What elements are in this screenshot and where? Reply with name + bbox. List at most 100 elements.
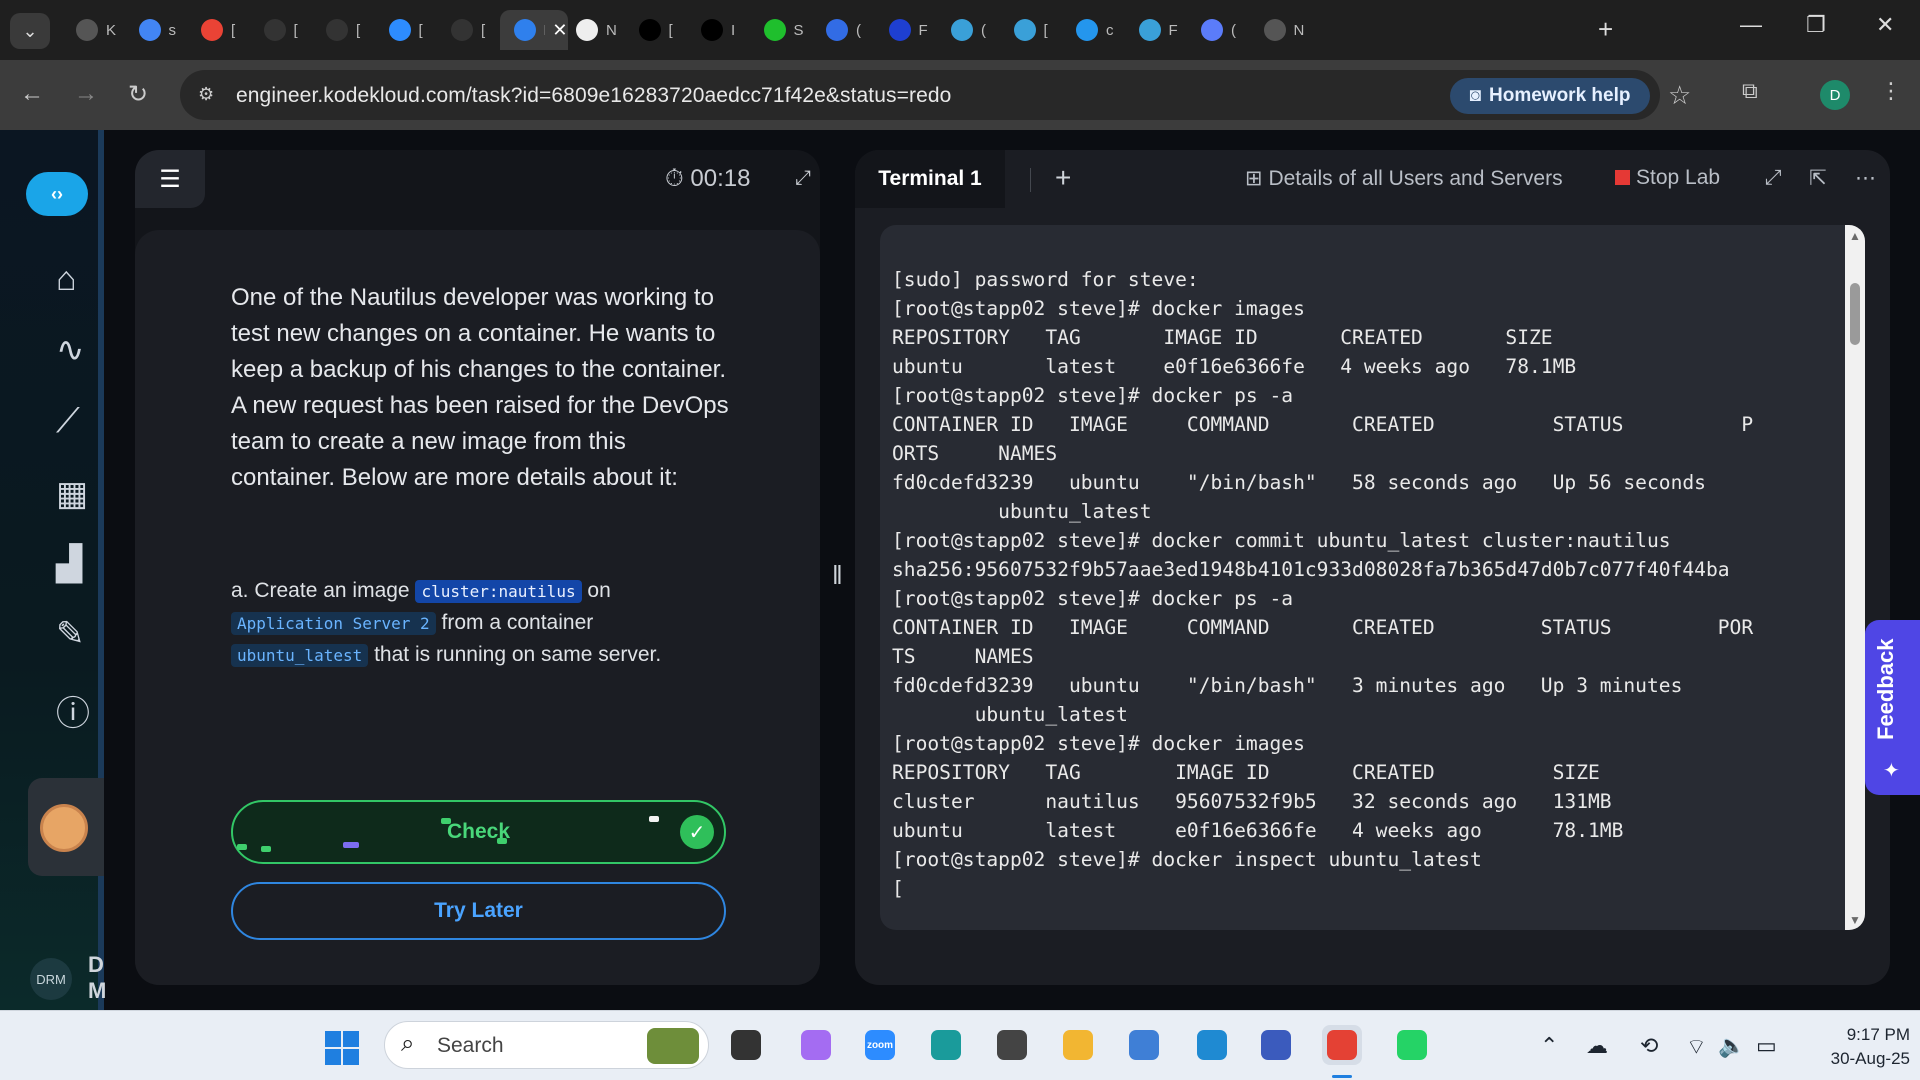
browser-tab[interactable]: I	[687, 10, 759, 50]
taskbar-search[interactable]: ⌕ Search	[384, 1021, 709, 1069]
minimize-icon[interactable]: —	[1740, 12, 1762, 38]
browser-tab[interactable]: [	[1000, 10, 1072, 50]
leaderboard-icon[interactable]: ▟	[56, 544, 82, 584]
browser-tab[interactable]: [	[437, 10, 509, 50]
tab-terminal-1[interactable]: Terminal 1	[855, 150, 1005, 208]
whatsapp-icon[interactable]	[1392, 1025, 1432, 1065]
expand-task-icon[interactable]: ⤢	[795, 167, 811, 190]
extensions-icon[interactable]: ⧉	[1742, 78, 1758, 104]
panel-resize-handle[interactable]: ‖	[832, 560, 843, 591]
forward-icon[interactable]: →	[74, 80, 98, 108]
vscode-icon[interactable]	[1192, 1025, 1232, 1065]
details-button[interactable]: ⊞ Details of all Users and Servers	[1245, 166, 1563, 191]
terminal-screen[interactable]: [sudo] password for steve: [root@stapp02 …	[880, 225, 1865, 930]
check-button[interactable]: Check ✓	[231, 800, 726, 864]
network-app-icon[interactable]	[1256, 1025, 1296, 1065]
browser-tab[interactable]: K	[62, 10, 134, 50]
profile-avatar[interactable]: D	[1820, 80, 1850, 110]
onedrive-icon[interactable]: ☁	[1586, 1033, 1608, 1059]
battery-icon[interactable]: ▭	[1756, 1033, 1777, 1059]
k-icon	[76, 19, 98, 41]
tab-search-button[interactable]: ⌄	[10, 13, 50, 49]
add-terminal-button[interactable]: +	[1055, 162, 1071, 194]
browser-tab[interactable]: F	[875, 10, 947, 50]
browser-tab[interactable]: S	[750, 10, 822, 50]
browser-tab[interactable]: F	[1125, 10, 1197, 50]
sync-icon[interactable]: ⟲	[1640, 1033, 1658, 1059]
search-label: Search	[437, 1034, 504, 1057]
expand-terminal-icon[interactable]: ⤢	[1765, 166, 1782, 190]
progress-chart-icon[interactable]: ⟋	[56, 402, 80, 441]
zoom-icon[interactable]: zoom	[860, 1025, 900, 1065]
close-window-icon[interactable]: ✕	[1876, 12, 1894, 38]
homework-help-button[interactable]: ◙ Homework help	[1450, 78, 1650, 114]
task-list-icon[interactable]: ☰	[135, 150, 205, 208]
scroll-thumb[interactable]	[1850, 283, 1860, 345]
browser-tab[interactable]: c	[1062, 10, 1134, 50]
user-avatar-tile[interactable]	[28, 778, 104, 876]
browser-tab[interactable]: (	[812, 10, 884, 50]
tab-title: [	[1043, 21, 1048, 39]
browser-tab[interactable]: (	[1187, 10, 1259, 50]
open-external-icon[interactable]: ⇱	[1809, 166, 1827, 191]
browser-tab[interactable]: (	[937, 10, 1009, 50]
tab-title: I	[731, 21, 736, 39]
edge-icon[interactable]	[926, 1025, 966, 1065]
notes-icon[interactable]: ✎	[56, 614, 85, 654]
start-tile	[325, 1049, 341, 1065]
medium-icon	[701, 19, 723, 41]
site-info-icon[interactable]: ⚙	[198, 84, 214, 105]
github-icon	[263, 19, 286, 41]
terminal-scrollbar[interactable]: ▲ ▼	[1845, 225, 1865, 930]
taskview-icon[interactable]	[726, 1025, 766, 1065]
user-initials-badge[interactable]: DRM	[30, 958, 72, 1000]
feedback-button[interactable]: Feedback ✦	[1865, 620, 1920, 795]
try-later-button[interactable]: Try Later	[231, 882, 726, 940]
url-text[interactable]: engineer.kodekloud.com/task?id=6809e1628…	[236, 84, 951, 108]
browser-tab[interactable]: [	[312, 10, 384, 50]
browser-tab[interactable]: K✕	[499, 10, 568, 50]
browser-tab[interactable]: [	[375, 10, 447, 50]
browser-tab[interactable]: N	[562, 10, 634, 50]
page-icon	[576, 19, 598, 41]
scroll-up-icon[interactable]: ▲	[1849, 229, 1861, 243]
restore-icon[interactable]: ❐	[1806, 12, 1826, 38]
scroll-down-icon[interactable]: ▼	[1849, 913, 1861, 927]
confetti-piece	[649, 816, 659, 822]
roadmap-icon[interactable]: ∿	[56, 330, 85, 370]
bookmark-star-icon[interactable]: ☆	[1668, 80, 1691, 111]
stop-lab-button[interactable]: Stop Lab	[1615, 166, 1720, 190]
browser-tab[interactable]: N	[1250, 10, 1322, 50]
browser-tab[interactable]: [	[625, 10, 697, 50]
browser-tab[interactable]: [	[250, 10, 322, 50]
back-icon[interactable]: ←	[20, 80, 44, 108]
copilot-icon[interactable]	[796, 1025, 836, 1065]
browser-tab[interactable]: [	[187, 10, 259, 50]
browser-menu-icon[interactable]: ⋮	[1880, 78, 1902, 104]
lab-icon[interactable]: ▦	[56, 474, 88, 514]
terminal-line: REPOSITORY TAG IMAGE ID CREATED SIZE	[892, 761, 1600, 784]
chrome-icon[interactable]	[1322, 1025, 1362, 1065]
reload-icon[interactable]: ↻	[128, 80, 148, 109]
terminal-line: ubuntu latest e0f16e6366fe 4 weeks ago 7…	[892, 819, 1624, 842]
clock[interactable]: 9:17 PM 30-Aug-25	[1800, 1023, 1910, 1071]
new-tab-button[interactable]: +	[1598, 14, 1613, 45]
explorer-icon[interactable]	[1058, 1025, 1098, 1065]
browser-tab[interactable]: s	[125, 10, 197, 50]
more-options-icon[interactable]: ⋯	[1855, 166, 1876, 191]
home-icon[interactable]: ⌂	[56, 260, 77, 299]
address-bar[interactable]: ⚙ engineer.kodekloud.com/task?id=6809e16…	[180, 70, 1691, 120]
terminal-line: fd0cdefd3239 ubuntu "/bin/bash" 58 secon…	[892, 471, 1706, 494]
notepad-icon[interactable]	[1124, 1025, 1164, 1065]
terminal-line: [root@stapp02 steve]# docker ps -a	[892, 384, 1294, 407]
info-icon[interactable]: ⓘ	[56, 686, 90, 735]
kodekloud-logo-icon[interactable]: ‹›	[26, 172, 88, 216]
tab-title: (	[856, 21, 861, 39]
wifi-icon[interactable]: ⌔	[1686, 1033, 1707, 1061]
show-hidden-icons[interactable]: ⌃	[1540, 1033, 1558, 1059]
volume-icon[interactable]: 🔈	[1718, 1033, 1745, 1059]
start-button[interactable]	[325, 1031, 359, 1065]
docker-icon	[1076, 19, 1098, 41]
avatar	[40, 804, 88, 852]
snip-icon[interactable]	[992, 1025, 1032, 1065]
